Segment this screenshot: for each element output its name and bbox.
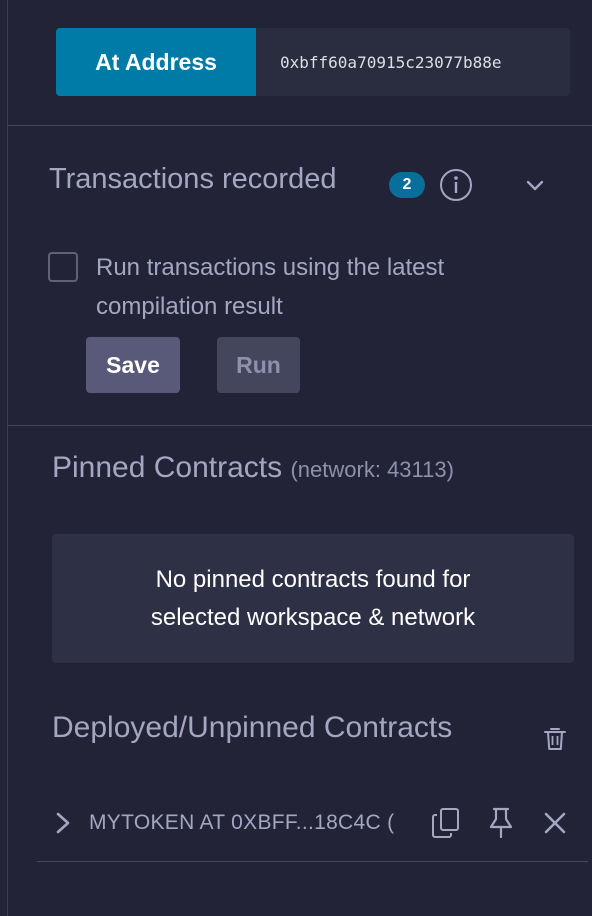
contract-label[interactable]: MYTOKEN AT 0XBFF...18C4C ( (89, 810, 405, 836)
at-address-input[interactable] (256, 28, 570, 96)
chevron-right-icon[interactable] (53, 810, 73, 836)
panel-left-border (7, 0, 8, 916)
close-icon[interactable] (543, 811, 567, 835)
pinned-contracts-title: Pinned Contracts (network: 43113) (52, 451, 454, 485)
transactions-count-badge: 2 (389, 172, 425, 198)
at-address-button[interactable]: At Address (56, 28, 256, 96)
pinned-contracts-label: Pinned Contracts (52, 451, 283, 484)
divider (8, 425, 592, 426)
transactions-recorded-title: Transactions recorded (49, 163, 337, 195)
pinned-contracts-empty-state: No pinned contracts found for selected w… (52, 534, 574, 663)
info-circle-icon[interactable] (439, 168, 473, 202)
deployed-contract-row[interactable]: MYTOKEN AT 0XBFF...18C4C ( (37, 795, 588, 862)
chevron-down-icon[interactable] (524, 174, 546, 196)
pin-icon[interactable] (487, 807, 515, 839)
run-button[interactable]: Run (217, 337, 300, 393)
at-address-row: At Address (56, 28, 570, 96)
save-button[interactable]: Save (86, 337, 180, 393)
empty-state-message: No pinned contracts found for selected w… (150, 565, 476, 631)
run-latest-compilation-checkbox[interactable] (48, 252, 78, 282)
trash-icon[interactable] (543, 726, 567, 752)
deployed-contracts-title: Deployed/Unpinned Contracts (52, 711, 453, 744)
copy-icon[interactable] (431, 807, 461, 839)
pinned-network-label: (network: 43113) (290, 457, 454, 482)
divider (8, 125, 592, 126)
run-latest-compilation-label: Run transactions using the latest compil… (96, 254, 445, 320)
